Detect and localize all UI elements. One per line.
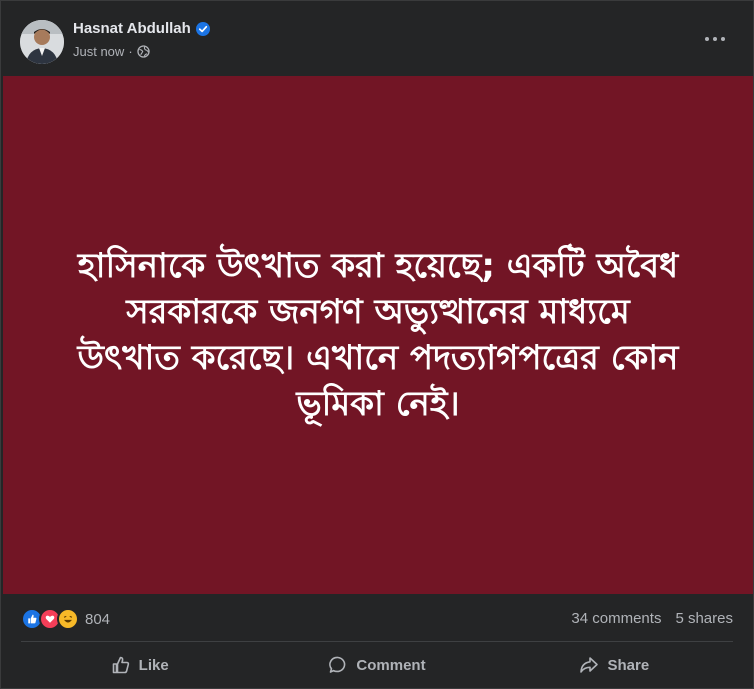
share-button[interactable]: Share: [496, 645, 733, 685]
meta-separator: ·: [128, 44, 133, 59]
comment-button[interactable]: Comment: [258, 645, 495, 685]
post-text: হাসিনাকে উৎখাত করা হয়েছে; একটি অবৈধ সরক…: [77, 246, 679, 424]
dot-icon: [713, 37, 717, 41]
author-row: Hasnat Abdullah: [73, 20, 210, 37]
share-icon: [580, 657, 599, 673]
post-card: Hasnat Abdullah Just now · হাসিনাকে উৎখা…: [0, 0, 754, 689]
like-icon: [112, 656, 129, 674]
dot-icon: [721, 37, 725, 41]
comments-count[interactable]: 34 comments: [571, 610, 661, 627]
post-stats: 804 34 comments 5 shares: [1, 601, 753, 637]
divider: [21, 641, 733, 642]
post-meta: Just now ·: [73, 44, 150, 59]
share-label: Share: [607, 656, 650, 674]
more-options-button[interactable]: [697, 25, 733, 53]
like-button[interactable]: Like: [21, 645, 258, 685]
engagement-counts: 34 comments 5 shares: [571, 610, 733, 627]
globe-icon[interactable]: [136, 45, 150, 58]
reactions-summary[interactable]: 804: [21, 608, 110, 630]
post-timestamp[interactable]: Just now: [73, 44, 124, 59]
verified-badge-icon: [195, 21, 210, 36]
post-header: Hasnat Abdullah Just now ·: [1, 1, 753, 76]
avatar-image: [20, 20, 64, 64]
reaction-count: 804: [85, 610, 111, 628]
action-bar: Like Comment Share: [21, 645, 733, 685]
comment-icon: [329, 656, 346, 673]
author-name[interactable]: Hasnat Abdullah: [73, 20, 191, 37]
like-label: Like: [138, 656, 169, 674]
shares-count[interactable]: 5 shares: [675, 610, 733, 627]
post-content-background[interactable]: হাসিনাকে উৎখাত করা হয়েছে; একটি অবৈধ সরক…: [3, 76, 753, 594]
avatar[interactable]: [20, 20, 64, 64]
comment-label: Comment: [356, 656, 426, 674]
dot-icon: [705, 37, 709, 41]
haha-reaction-icon: [57, 608, 79, 630]
